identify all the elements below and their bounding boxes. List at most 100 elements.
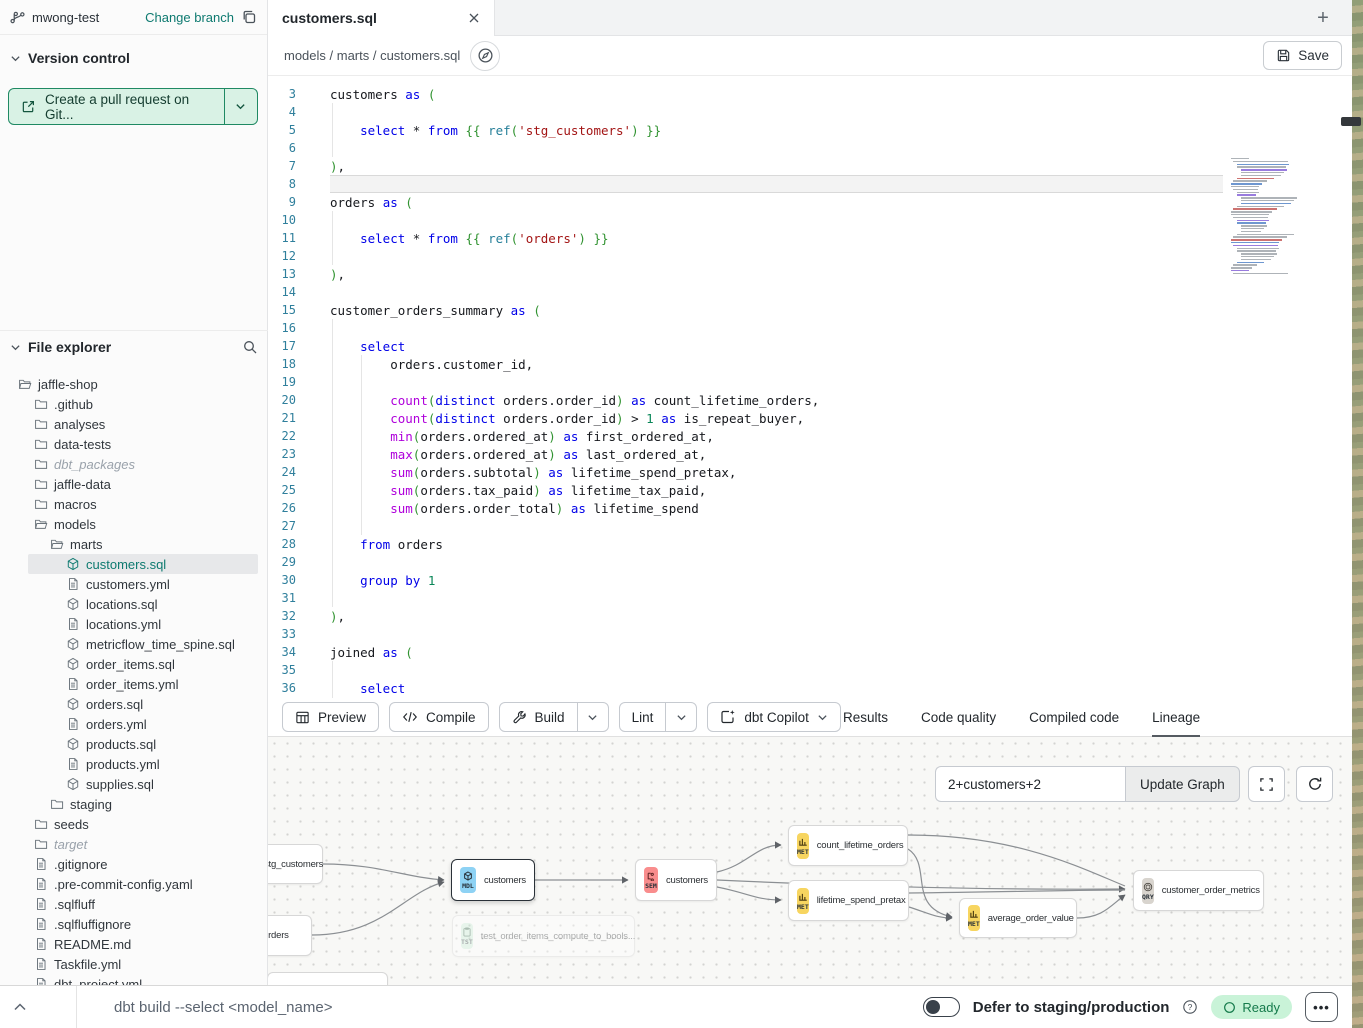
compile-button[interactable]: Compile (389, 702, 489, 732)
lineage-node-orders[interactable]: orders (268, 915, 312, 956)
code-line-35[interactable]: 35 (268, 661, 1352, 679)
update-graph-button[interactable]: Update Graph (1125, 766, 1240, 802)
code-editor[interactable]: 3customers as (4 5 select * from {{ ref(… (268, 76, 1352, 698)
collapse-panel-button[interactable] (0, 1003, 40, 1011)
tree-item-orders.sql[interactable]: orders.sql (0, 694, 268, 714)
tree-item-data-tests[interactable]: data-tests (0, 434, 268, 454)
code-line-15[interactable]: 15customer_orders_summary as ( (268, 301, 1352, 319)
tree-item-.sqlfluffignore[interactable]: .sqlfluffignore (0, 914, 268, 934)
tree-item-dbt-project.yml[interactable]: dbt_project.yml (0, 974, 268, 985)
command-placeholder[interactable]: dbt build --select <model_name> (114, 999, 332, 1016)
panel-tab-compiled-code[interactable]: Compiled code (1029, 698, 1119, 737)
minimap[interactable] (1231, 158, 1311, 276)
fullscreen-button[interactable] (1248, 766, 1285, 802)
lineage-node-lifetime_spend_pretax[interactable]: METlifetime_spend_pretax (788, 880, 909, 921)
build-button[interactable]: Build (499, 702, 609, 732)
lint-button[interactable]: Lint (619, 702, 698, 732)
lint-dropdown[interactable] (665, 703, 696, 731)
tree-item-taskfile.yml[interactable]: Taskfile.yml (0, 954, 268, 974)
tree-item-jaffle-data[interactable]: jaffle-data (0, 474, 268, 494)
code-line-11[interactable]: 11 select * from {{ ref('orders') }} (268, 229, 1352, 247)
code-line-31[interactable]: 31 (268, 589, 1352, 607)
code-line-28[interactable]: 28 from orders (268, 535, 1352, 553)
code-line-18[interactable]: 18 orders.customer_id, (268, 355, 1352, 373)
tree-item-seeds[interactable]: seeds (0, 814, 268, 834)
change-branch-link[interactable]: Change branch (145, 10, 234, 25)
build-dropdown[interactable] (577, 703, 608, 731)
code-line-4[interactable]: 4 (268, 103, 1352, 121)
search-icon[interactable] (242, 339, 258, 355)
close-icon[interactable] (468, 12, 480, 24)
create-pr-dropdown[interactable] (224, 89, 257, 124)
tree-item-readme.md[interactable]: README.md (0, 934, 268, 954)
code-line-36[interactable]: 36 select (268, 679, 1352, 697)
code-line-25[interactable]: 25 sum(orders.tax_paid) as lifetime_tax_… (268, 481, 1352, 499)
tree-item-customers.sql[interactable]: customers.sql (28, 554, 258, 574)
tree-item-products.yml[interactable]: products.yml (0, 754, 268, 774)
code-line-27[interactable]: 27 (268, 517, 1352, 535)
tree-item-order-items.yml[interactable]: order_items.yml (0, 674, 268, 694)
tree-item-.sqlfluff[interactable]: .sqlfluff (0, 894, 268, 914)
code-line-21[interactable]: 21 count(distinct orders.order_id) > 1 a… (268, 409, 1352, 427)
tree-item-marts[interactable]: marts (0, 534, 268, 554)
code-line-30[interactable]: 30 group by 1 (268, 571, 1352, 589)
panel-tab-results[interactable]: Results (843, 698, 888, 737)
tree-item-target[interactable]: target (0, 834, 268, 854)
lineage-selector-input[interactable] (935, 766, 1125, 802)
tree-item-locations.sql[interactable]: locations.sql (0, 594, 268, 614)
scrollbar-thumb[interactable] (1341, 117, 1361, 126)
tree-item-macros[interactable]: macros (0, 494, 268, 514)
lineage-node-test-order-items[interactable]: TSTtest_order_items_compute_to_bools... (452, 915, 635, 957)
code-line-23[interactable]: 23 max(orders.ordered_at) as last_ordere… (268, 445, 1352, 463)
tree-item-orders.yml[interactable]: orders.yml (0, 714, 268, 734)
lineage-node-stg_customers[interactable]: stg_customers (268, 844, 323, 884)
tree-item-supplies.sql[interactable]: supplies.sql (0, 774, 268, 794)
tree-item-models[interactable]: models (0, 514, 268, 534)
code-line-5[interactable]: 5 select * from {{ ref('stg_customers') … (268, 121, 1352, 139)
code-line-12[interactable]: 12 (268, 247, 1352, 265)
code-line-3[interactable]: 3customers as ( (268, 85, 1352, 103)
version-control-header[interactable]: Version control (0, 45, 267, 71)
lineage-node-customers-model[interactable]: MDLcustomers (451, 859, 535, 901)
tree-item-.github[interactable]: .github (0, 394, 268, 414)
lineage-node-customer_order_metrics[interactable]: QRYcustomer_order_metrics (1133, 870, 1264, 911)
code-line-9[interactable]: 9orders as ( (268, 193, 1352, 211)
lineage-node-customers-semantic[interactable]: SEMcustomers (635, 859, 717, 901)
code-line-6[interactable]: 6 (268, 139, 1352, 157)
tree-item-order-items.sql[interactable]: order_items.sql (0, 654, 268, 674)
refresh-button[interactable] (1296, 766, 1333, 802)
tree-item-customers.yml[interactable]: customers.yml (0, 574, 268, 594)
new-tab-button[interactable]: + (1308, 0, 1338, 36)
panel-tab-lineage[interactable]: Lineage (1152, 698, 1200, 737)
tree-item-.pre-commit-config.yaml[interactable]: .pre-commit-config.yaml (0, 874, 268, 894)
file-explorer-header[interactable]: File explorer (0, 334, 268, 360)
tree-item-locations.yml[interactable]: locations.yml (0, 614, 268, 634)
tree-item-products.sql[interactable]: products.sql (0, 734, 268, 754)
code-line-33[interactable]: 33 (268, 625, 1352, 643)
code-line-20[interactable]: 20 count(distinct orders.order_id) as co… (268, 391, 1352, 409)
code-line-13[interactable]: 13), (268, 265, 1352, 283)
create-pr-button[interactable]: Create a pull request on Git... (8, 88, 258, 125)
tree-item-jaffle-shop[interactable]: jaffle-shop (0, 374, 268, 394)
code-line-16[interactable]: 16 (268, 319, 1352, 337)
code-line-14[interactable]: 14 (268, 283, 1352, 301)
panel-tab-code-quality[interactable]: Code quality (921, 698, 996, 737)
more-options-button[interactable]: ••• (1305, 992, 1338, 1022)
tree-item-dbt-packages[interactable]: dbt_packages (0, 454, 268, 474)
defer-toggle[interactable] (923, 997, 960, 1017)
explore-docs-button[interactable] (470, 41, 500, 71)
code-line-22[interactable]: 22 min(orders.ordered_at) as first_order… (268, 427, 1352, 445)
dbt-copilot-button[interactable]: dbt Copilot (707, 702, 841, 732)
code-line-19[interactable]: 19 (268, 373, 1352, 391)
tree-item-.gitignore[interactable]: .gitignore (0, 854, 268, 874)
tree-item-staging[interactable]: staging (0, 794, 268, 814)
code-line-32[interactable]: 32), (268, 607, 1352, 625)
preview-button[interactable]: Preview (282, 702, 379, 732)
code-line-34[interactable]: 34joined as ( (268, 643, 1352, 661)
code-line-10[interactable]: 10 (268, 211, 1352, 229)
tab-customers-sql[interactable]: customers.sql (268, 0, 495, 36)
code-line-24[interactable]: 24 sum(orders.subtotal) as lifetime_spen… (268, 463, 1352, 481)
lineage-pane[interactable]: stg_customersorders MDLcustomers SEMcustom… (268, 737, 1352, 985)
help-icon[interactable]: ? (1182, 999, 1198, 1015)
lineage-node-average_order_value[interactable]: METaverage_order_value (959, 898, 1077, 938)
